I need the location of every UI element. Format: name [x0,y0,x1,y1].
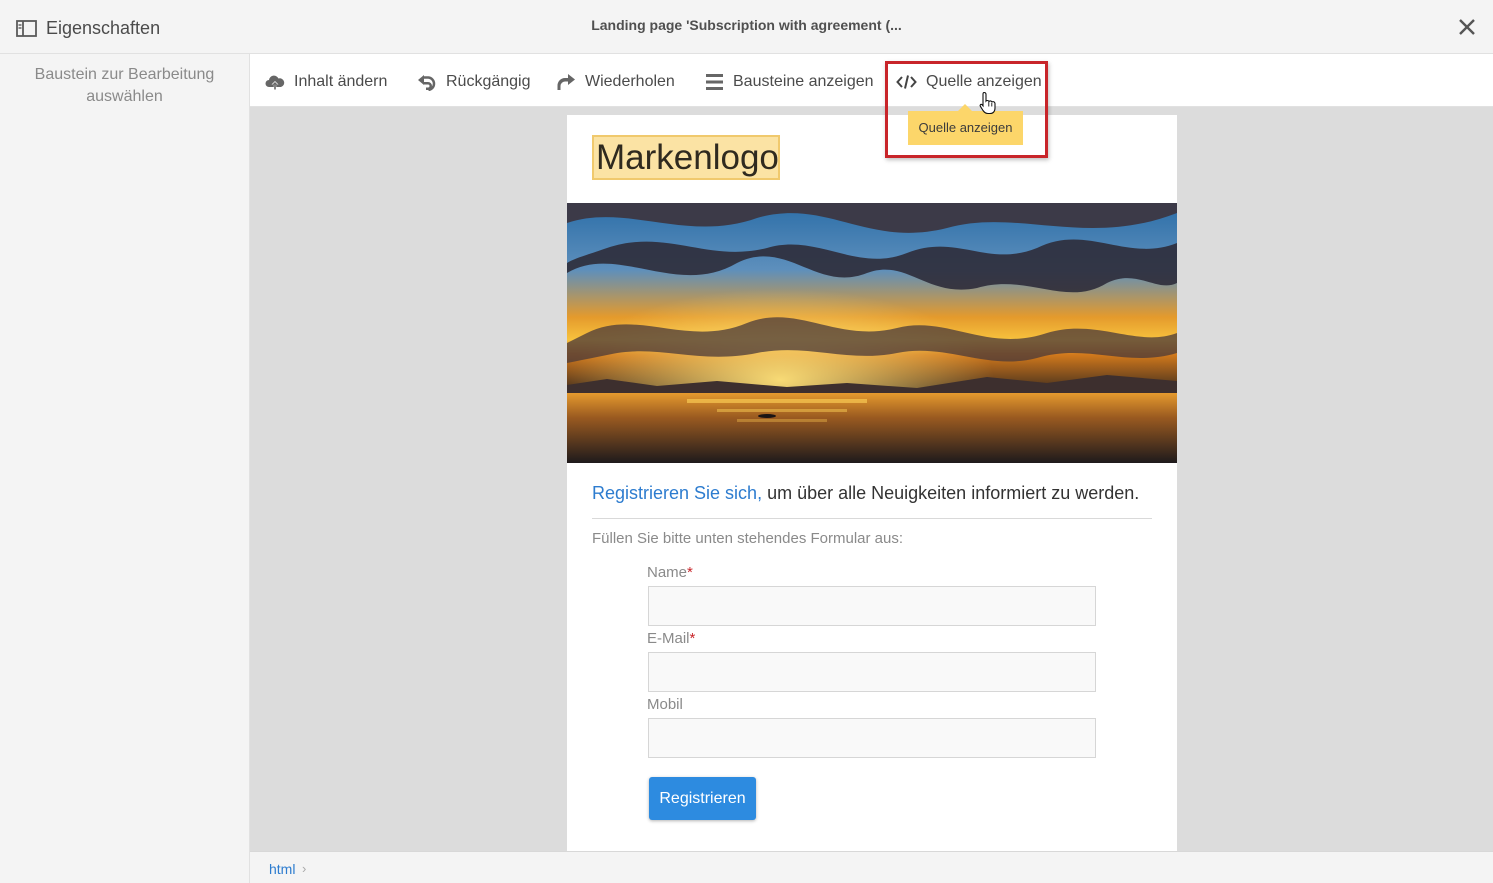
email-label: E-Mail* [647,630,696,647]
redo-icon [557,74,575,90]
show-source-tooltip: Quelle anzeigen [908,104,1023,145]
code-icon [896,75,917,89]
name-label: Name* [647,564,693,581]
cloud-upload-icon [265,75,285,90]
breadcrumb-html[interactable]: html [269,861,295,877]
undo-label: Rückgängig [446,73,531,90]
mobile-label: Mobil [647,696,683,713]
mobile-field[interactable] [648,718,1096,758]
divider [592,518,1152,519]
landing-page-preview: Markenlogo Registrieren Sie sich, um übe… [567,115,1177,851]
show-blocks-label: Bausteine anzeigen [733,73,874,90]
signup-headline[interactable]: Registrieren Sie sich, um über alle Neui… [592,483,1139,504]
redo-button[interactable]: Wiederholen [555,69,675,95]
show-blocks-button[interactable]: Bausteine anzeigen [705,69,874,95]
select-block-hint: Baustein zur Bearbeitung auswählen [34,66,215,105]
brand-logo-block[interactable]: Markenlogo [592,135,780,180]
status-bar: html › [250,851,1493,883]
form-instruction: Füllen Sie bitte unten stehendes Formula… [592,530,904,547]
properties-panel: Baustein zur Bearbeitung auswählen [0,54,250,883]
register-button[interactable]: Registrieren [649,777,756,820]
headline-accent: Registrieren Sie sich, [592,483,763,503]
undo-button[interactable]: Rückgängig [416,69,531,95]
name-field[interactable] [648,586,1096,626]
headline-text: um über alle Neuigkeiten informiert zu w… [762,483,1140,503]
email-field[interactable] [648,652,1096,692]
breadcrumb-separator: › [302,861,307,876]
show-source-button[interactable]: Quelle anzeigen [896,69,1042,95]
hand-cursor-icon [979,91,996,115]
editor-toolbar: Inhalt ändern Rückgängig Wiederholen Bau… [250,54,1493,107]
show-source-label: Quelle anzeigen [926,73,1042,90]
list-icon [706,74,723,90]
editor-canvas: Markenlogo Registrieren Sie sich, um übe… [250,107,1493,851]
window-title: Landing page 'Subscription with agreemen… [591,17,902,33]
redo-label: Wiederholen [585,73,675,90]
sunset-hero-image[interactable] [567,203,1177,463]
undo-icon [418,75,436,91]
change-content-button[interactable]: Inhalt ändern [265,69,387,95]
close-icon[interactable] [1457,17,1477,37]
title-bar: Eigenschaften Landing page 'Subscription… [0,0,1493,54]
change-content-label: Inhalt ändern [294,73,388,90]
